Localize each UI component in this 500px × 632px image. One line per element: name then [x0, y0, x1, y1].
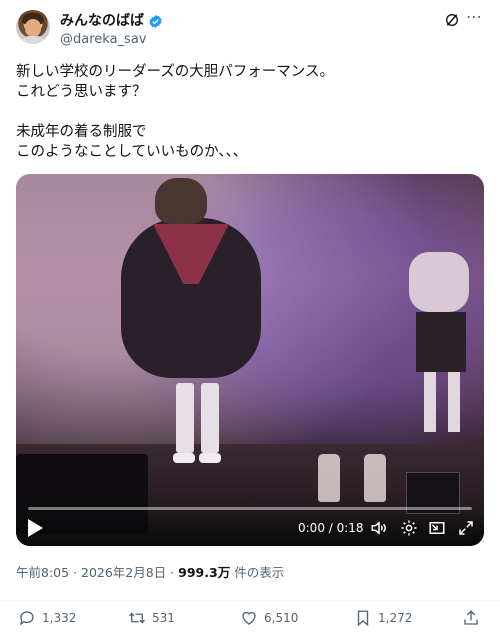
author-handle[interactable]: @dareka_sav — [60, 31, 163, 49]
author-names: みんなのばば @dareka_sav — [60, 10, 163, 49]
play-icon[interactable] — [26, 518, 44, 538]
tweet-text: 新しい学校のリーダーズの大胆パフォーマンス。 これどう思います？ 未成年の着る制… — [16, 64, 334, 160]
bookmark-button[interactable]: 1,272 — [354, 609, 412, 627]
share-button[interactable] — [462, 609, 480, 627]
author-display-name[interactable]: みんなのばば — [60, 12, 163, 30]
video-progress-bar[interactable] — [28, 507, 472, 510]
bookmark-count: 1,272 — [378, 611, 413, 625]
verified-badge-icon — [149, 14, 162, 28]
timestamp[interactable]: 午前8:05 · 2026年2月8日 · — [16, 562, 174, 581]
video-time: 0:00 / 0:18 — [298, 521, 364, 535]
pip-icon[interactable] — [428, 519, 446, 537]
like-button[interactable]: 6,510 — [240, 609, 298, 627]
repost-button[interactable]: 531 — [128, 609, 175, 627]
water-bottle — [318, 454, 340, 502]
grok-icon[interactable] — [444, 12, 460, 28]
reply-button[interactable]: 1,332 — [18, 609, 76, 627]
more-icon[interactable]: ⋯ — [466, 9, 484, 28]
settings-icon[interactable] — [400, 519, 418, 537]
views-count: 999.3万 — [178, 565, 231, 580]
tweet-meta: 午前8:05 · 2026年2月8日 · 999.3万 件の表示 — [16, 562, 284, 581]
repost-count: 531 — [152, 611, 175, 625]
water-bottle — [364, 454, 386, 502]
tweet-header: みんなのばば @dareka_sav ⋯ — [16, 9, 484, 50]
fullscreen-icon[interactable] — [457, 519, 475, 537]
views-label: 件の表示 — [234, 565, 285, 580]
repost-icon — [129, 612, 145, 624]
display-name-text[interactable]: みんなのばば — [60, 12, 144, 30]
heart-icon — [242, 611, 256, 625]
performer-figure — [121, 178, 261, 478]
action-bar: 1,332 531 6,510 1,272 — [0, 600, 500, 628]
volume-icon[interactable] — [370, 519, 388, 537]
bookmark-icon — [357, 610, 369, 627]
share-icon — [464, 610, 478, 625]
reply-count: 1,332 — [42, 611, 77, 625]
avatar[interactable] — [16, 10, 50, 44]
reply-icon — [19, 611, 34, 626]
background-dancer — [404, 252, 474, 442]
video-player[interactable]: 0:00 / 0:18 — [16, 174, 484, 546]
like-count: 6,510 — [264, 611, 299, 625]
